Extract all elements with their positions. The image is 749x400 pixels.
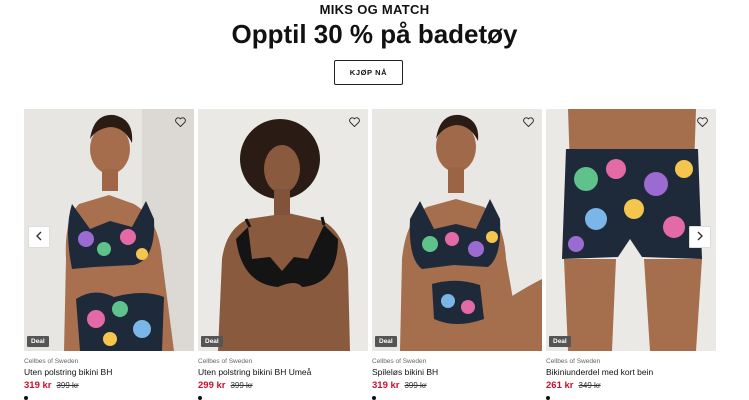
deal-badge: Deal [375, 336, 397, 347]
price-original: 399 kr [404, 381, 427, 390]
heart-icon[interactable] [521, 115, 535, 129]
product-brand: Cellbes of Sweden [372, 358, 427, 365]
product-name[interactable]: Uten polstring bikini BH [24, 367, 194, 377]
product-card[interactable]: Deal Cellbes of Sweden Spileløs bikini B… [372, 109, 542, 400]
price-original: 349 kr [578, 381, 601, 390]
chevron-left-icon [35, 228, 43, 246]
product-prices: 299 kr 399 kr [198, 380, 368, 391]
carousel-prev-button[interactable] [28, 226, 50, 248]
product-brand: Cellbes of Sweden [546, 358, 601, 365]
product-name[interactable]: Uten polstring bikini BH Umeå [198, 367, 368, 377]
deal-badge: Deal [549, 336, 571, 347]
color-swatch[interactable] [372, 396, 376, 400]
product-image[interactable]: Deal [372, 109, 542, 351]
product-prices: 319 kr 399 kr [372, 380, 542, 391]
price-original: 399 kr [56, 381, 79, 390]
heart-icon[interactable] [173, 115, 187, 129]
product-name[interactable]: Bikiniunderdel med kort bein [546, 367, 716, 377]
product-card[interactable]: Deal Cellbes of Sweden Uten polstring bi… [24, 109, 194, 400]
chevron-right-icon [696, 228, 704, 246]
product-brand: Cellbes of Sweden [198, 358, 253, 365]
color-swatch[interactable] [198, 396, 202, 400]
price-current: 319 kr [24, 380, 52, 391]
deal-badge: Deal [201, 336, 223, 347]
price-current: 299 kr [198, 380, 226, 391]
color-swatch[interactable] [24, 396, 28, 400]
product-card[interactable]: Deal Cellbes of Sweden Bikiniunderdel me… [546, 109, 716, 400]
price-current: 261 kr [546, 380, 574, 391]
hero-eyebrow: MIKS OG MATCH [319, 2, 430, 17]
heart-icon[interactable] [347, 115, 361, 129]
product-card[interactable]: Deal Cellbes of Sweden Uten polstring bi… [198, 109, 368, 400]
product-brand: Cellbes of Sweden [24, 358, 79, 365]
carousel-next-button[interactable] [689, 226, 711, 248]
product-name[interactable]: Spileløs bikini BH [372, 367, 542, 377]
heart-icon[interactable] [695, 115, 709, 129]
price-original: 399 kr [230, 381, 253, 390]
shop-now-button[interactable]: KJØP NÅ [334, 60, 403, 85]
deal-badge: Deal [27, 336, 49, 347]
product-prices: 261 kr 349 kr [546, 380, 716, 391]
price-current: 319 kr [372, 380, 400, 391]
product-prices: 319 kr 399 kr [24, 380, 194, 391]
color-swatch[interactable] [546, 396, 550, 400]
product-image[interactable]: Deal [198, 109, 368, 351]
hero-headline: Opptil 30 % på badetøy [231, 19, 518, 49]
